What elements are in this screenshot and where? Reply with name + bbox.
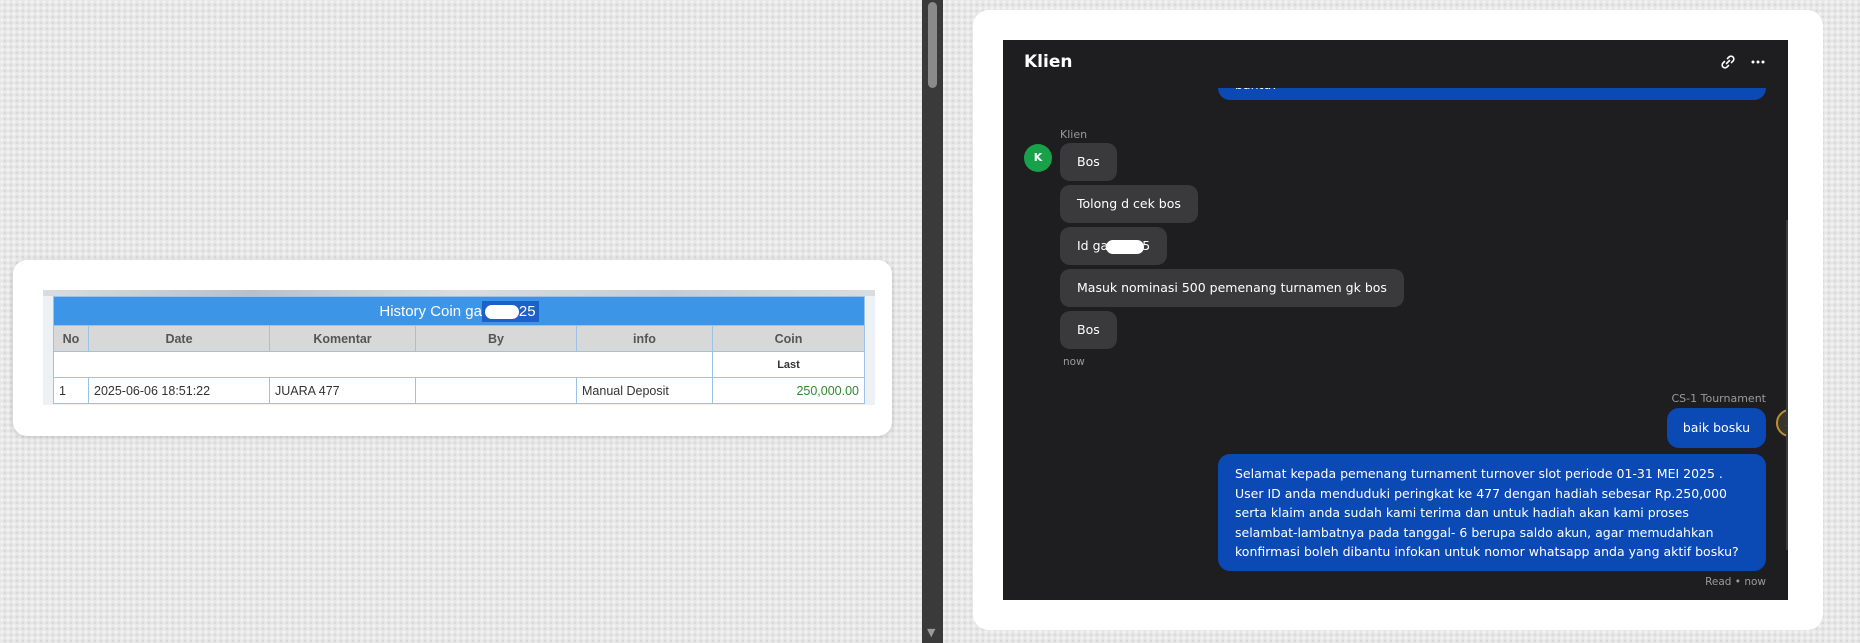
redaction-mask xyxy=(484,304,519,319)
table-title: History Coin ga 25 xyxy=(53,296,865,326)
selected-text-highlight: 25 xyxy=(481,300,539,322)
client-message-text: Bos xyxy=(1077,322,1100,337)
chat-scrollbar[interactable] xyxy=(1786,220,1788,550)
subheader-empty xyxy=(53,351,713,378)
redaction-mask xyxy=(1106,239,1145,254)
subheader-last: Last xyxy=(712,351,865,378)
column-header-by: By xyxy=(415,325,577,352)
client-message-text: Tolong d cek bos xyxy=(1077,196,1181,211)
column-header-info: info xyxy=(576,325,713,352)
cell-coin: 250,000.00 xyxy=(712,377,865,404)
column-header-coin: Coin xyxy=(712,325,865,352)
cell-no: 1 xyxy=(53,377,89,404)
table-row[interactable]: 1 2025-06-06 18:51:22 JUARA 477 Manual D… xyxy=(53,377,865,404)
more-options-icon[interactable] xyxy=(1750,54,1766,74)
chat-title: Klien xyxy=(1024,52,1073,72)
client-message-text: Id ga xyxy=(1077,238,1109,253)
client-message-text: Masuk nominasi 500 pemenang turnamen gk … xyxy=(1077,280,1387,295)
cell-info: Manual Deposit xyxy=(576,377,713,404)
link-icon[interactable] xyxy=(1720,54,1736,74)
client-message-bubble: Bos xyxy=(1060,311,1117,349)
pane-divider-scrollbar[interactable]: ▼ xyxy=(922,0,943,643)
client-sender-name: Klien xyxy=(1060,128,1088,141)
read-status: Read • now xyxy=(1705,576,1766,588)
cell-komentar: JUARA 477 xyxy=(269,377,416,404)
chat-header: Klien xyxy=(1003,40,1788,88)
client-message-bubble: Id ga 5 xyxy=(1060,227,1168,265)
client-message-bubble: Masuk nominasi 500 pemenang turnamen gk … xyxy=(1060,269,1404,307)
scrollbar-thumb[interactable] xyxy=(928,2,937,88)
left-pane: History Coin ga 25 No Date Komentar By in… xyxy=(0,0,922,643)
column-header-komentar: Komentar xyxy=(269,325,416,352)
table-title-prefix: History Coin ga xyxy=(379,302,482,320)
cell-date: 2025-06-06 18:51:22 xyxy=(88,377,270,404)
coin-history-table: History Coin ga 25 No Date Komentar By in… xyxy=(53,296,865,404)
table-title-suffix: 25 xyxy=(518,302,536,320)
client-message-bubble: Tolong d cek bos xyxy=(1060,185,1198,223)
agent-message-text: baik bosku xyxy=(1682,420,1750,435)
chat-window: bantu? Klien K Bos Tolong d cek bos Id g… xyxy=(1003,40,1788,600)
coin-history-table-container: History Coin ga 25 No Date Komentar By in… xyxy=(43,290,875,405)
agent-sender-name: CS-1 Tournament xyxy=(1671,392,1767,405)
agent-message-bubble: Selamat kepada pemenang turnament turnov… xyxy=(1218,454,1766,571)
column-header-no: No xyxy=(53,325,89,352)
client-message-bubble: Bos xyxy=(1060,143,1117,181)
agent-message-bubble: baik bosku xyxy=(1666,408,1766,448)
message-list[interactable]: bantu? Klien K Bos Tolong d cek bos Id g… xyxy=(1003,40,1788,600)
coin-history-card: History Coin ga 25 No Date Komentar By in… xyxy=(13,260,892,436)
client-message-text-suffix: 5 xyxy=(1142,238,1151,253)
chat-card: bantu? Klien K Bos Tolong d cek bos Id g… xyxy=(973,10,1823,630)
scroll-down-arrow-icon[interactable]: ▼ xyxy=(927,626,935,639)
cell-by xyxy=(415,377,577,404)
client-message-timestamp: now xyxy=(1063,356,1085,368)
column-header-date: Date xyxy=(88,325,270,352)
agent-message-text: Selamat kepada pemenang turnament turnov… xyxy=(1235,466,1739,559)
client-message-text: Bos xyxy=(1077,154,1100,169)
client-avatar: K xyxy=(1024,144,1052,172)
